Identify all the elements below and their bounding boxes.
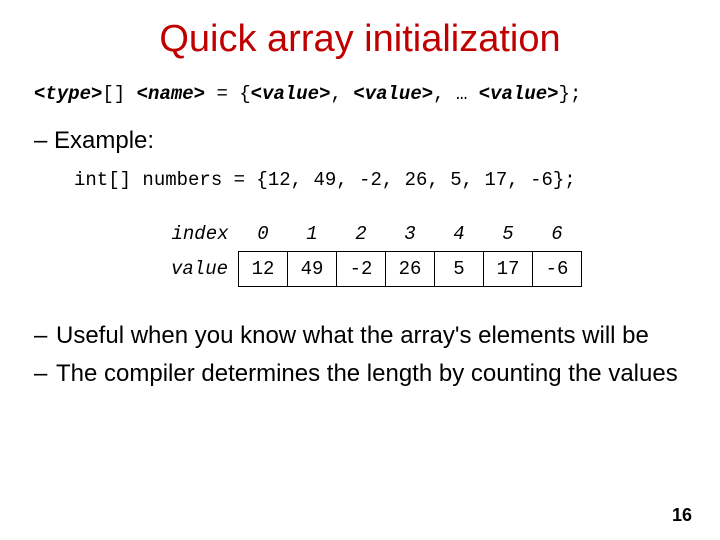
value-cell: 49 (288, 252, 337, 287)
value-cell: 17 (484, 252, 533, 287)
index-cell: 0 (239, 217, 288, 252)
value-cell: 12 (239, 252, 288, 287)
value-cell: 5 (435, 252, 484, 287)
index-cell: 1 (288, 217, 337, 252)
page-number: 16 (672, 505, 692, 526)
syntax-value-3: <value> (479, 83, 559, 105)
value-cell: 26 (386, 252, 435, 287)
table-row: index 0 1 2 3 4 5 6 (154, 217, 582, 252)
index-row-label: index (154, 217, 239, 252)
syntax-type: <type> (34, 83, 102, 105)
table-row: value 12 49 -2 26 5 17 -6 (154, 252, 582, 287)
value-cell: -6 (533, 252, 582, 287)
value-cell: -2 (337, 252, 386, 287)
value-row-label: value (154, 252, 239, 287)
index-cell: 5 (484, 217, 533, 252)
index-cell: 4 (435, 217, 484, 252)
array-table: index 0 1 2 3 4 5 6 value 12 49 -2 26 5 … (154, 217, 686, 287)
index-cell: 2 (337, 217, 386, 252)
code-example: int[] numbers = {12, 49, -2, 26, 5, 17, … (74, 169, 686, 191)
example-heading: – Example: (34, 127, 686, 155)
dash-icon: – (34, 359, 56, 389)
list-item: – Useful when you know what the array's … (34, 321, 686, 351)
bullet-list: – Useful when you know what the array's … (34, 321, 686, 389)
syntax-name: <name> (137, 83, 205, 105)
syntax-eq: = { (205, 83, 251, 105)
bullet-text-2: The compiler determines the length by co… (56, 359, 686, 389)
dash-icon: – (34, 321, 56, 351)
syntax-value-2: <value> (353, 83, 433, 105)
index-cell: 3 (386, 217, 435, 252)
list-item: – The compiler determines the length by … (34, 359, 686, 389)
syntax-template: <type>[] <name> = {<value>, <value>, … <… (34, 83, 686, 105)
bullet-text-1: Useful when you know what the array's el… (56, 321, 686, 351)
syntax-end: }; (559, 83, 582, 105)
syntax-sep-1: , (331, 83, 354, 105)
dash-icon: – (34, 127, 47, 155)
syntax-brackets: [] (102, 83, 125, 105)
slide-title: Quick array initialization (34, 18, 686, 61)
syntax-sep-2: , … (433, 83, 479, 105)
example-label: Example: (54, 127, 154, 154)
syntax-value-1: <value> (251, 83, 331, 105)
index-cell: 6 (533, 217, 582, 252)
